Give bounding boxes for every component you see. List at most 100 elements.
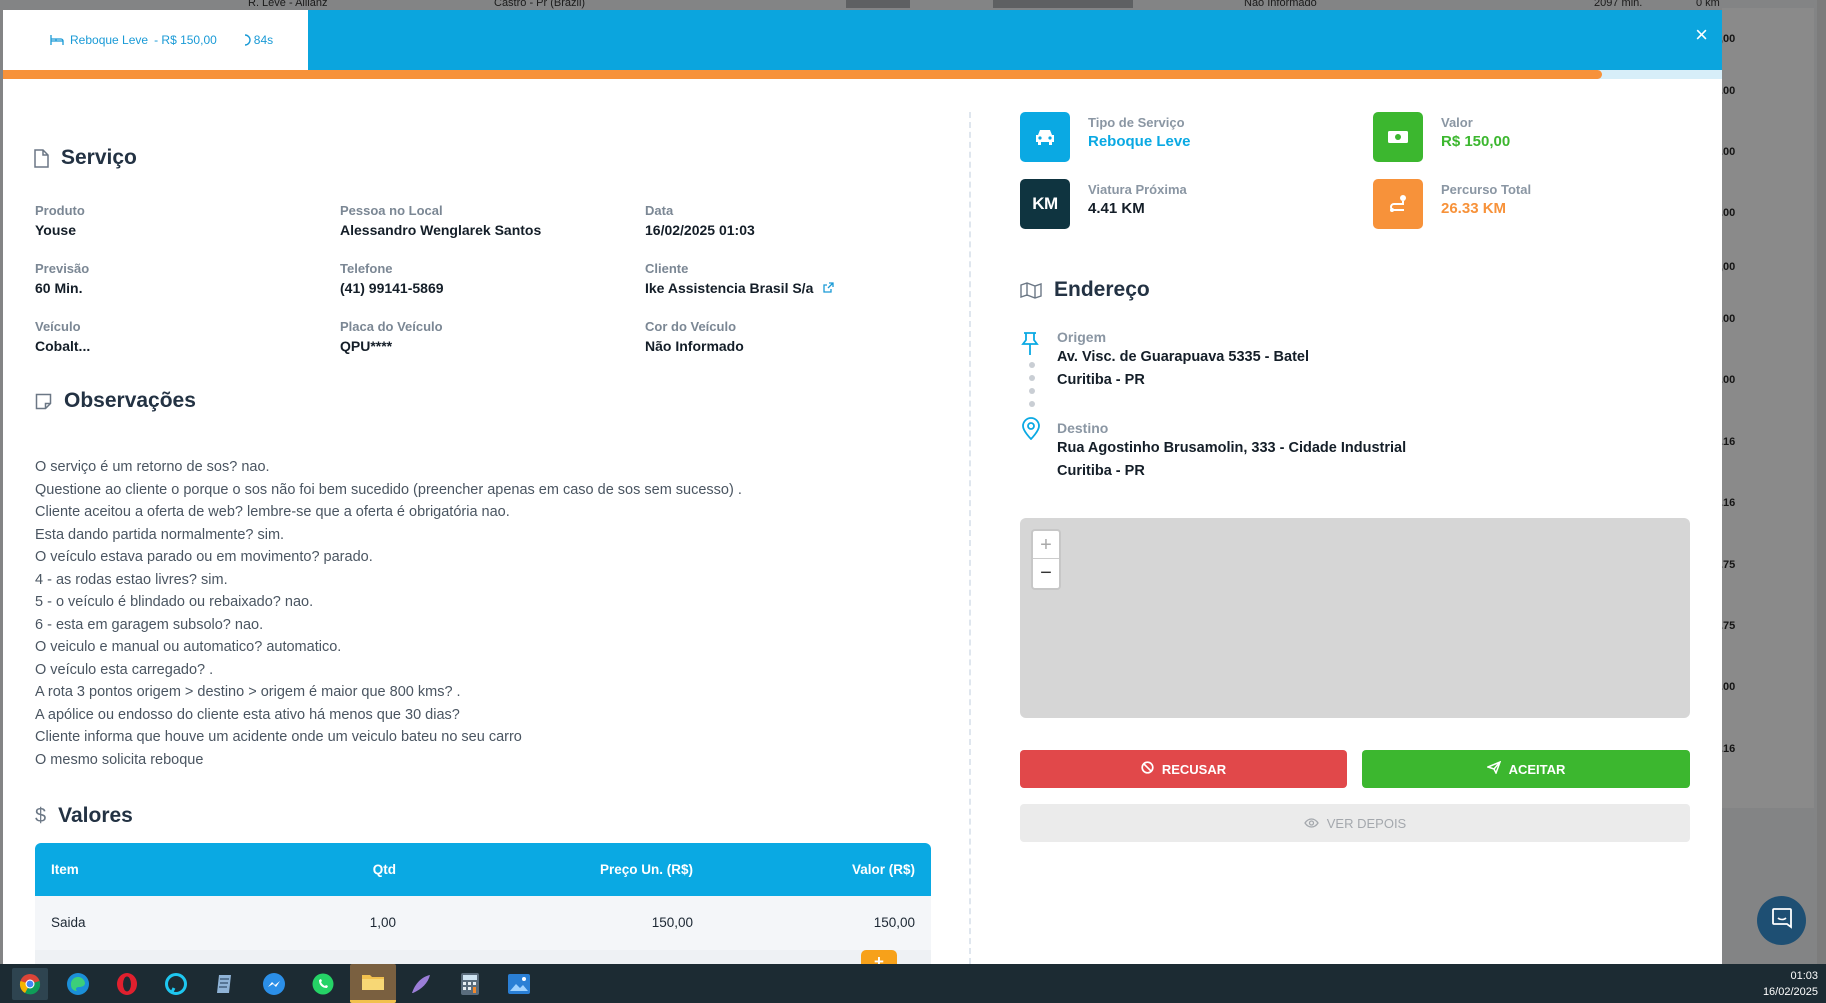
observacao-line: A apólice ou endosso do cliente esta ati… — [35, 706, 460, 723]
observacao-line: O mesmo solicita reboque — [35, 751, 204, 768]
stat-value: 26.33 KM — [1441, 200, 1507, 217]
edge-icon[interactable] — [62, 968, 94, 1000]
photos-icon[interactable] — [503, 968, 535, 1000]
field-previsao: Previsão 60 Min. — [35, 261, 325, 299]
messenger-icon[interactable] — [258, 968, 290, 1000]
field-value: Alessandro Wenglarek Santos — [340, 222, 542, 238]
origem-label: Origem — [1057, 329, 1107, 345]
zoom-in-button[interactable]: + — [1033, 531, 1059, 559]
tab-timer: 84s — [243, 33, 273, 47]
clock-date: 16/02/2025 — [1762, 986, 1818, 998]
chat-icon — [1771, 907, 1793, 934]
notepad-icon[interactable] — [209, 968, 241, 1000]
countdown-progress-fill — [3, 70, 1602, 79]
service-tab[interactable]: Reboque Leve - R$ 150,00 84s — [3, 10, 308, 70]
opera-icon[interactable] — [111, 968, 143, 1000]
route-dot — [1029, 375, 1035, 381]
location-marker-icon — [1021, 416, 1041, 445]
map-icon — [1020, 281, 1042, 299]
system-clock[interactable]: 01:03 16/02/2025 — [1763, 968, 1818, 1000]
recusar-button[interactable]: RECUSAR — [1020, 750, 1347, 788]
route-map[interactable]: + − — [1020, 518, 1690, 718]
field-value: Ike Assistencia Brasil S/a — [645, 277, 935, 299]
field-label: Cliente — [645, 261, 689, 276]
map-zoom-control: + − — [1031, 529, 1061, 590]
timer-icon — [243, 34, 251, 46]
pin-icon — [1020, 332, 1040, 361]
feather-app-icon[interactable] — [405, 968, 437, 1000]
file-explorer-icon[interactable] — [350, 964, 396, 1003]
route-dot — [1029, 362, 1035, 368]
observacoes-title: Observações — [35, 389, 196, 413]
observacoes-title-text: Observações — [64, 389, 196, 412]
document-icon — [33, 148, 49, 168]
observacao-line: O veículo estava parado ou em movimento?… — [35, 549, 373, 565]
chrome-icon[interactable] — [12, 968, 48, 1000]
field-pessoa-local: Pessoa no Local Alessandro Wenglarek San… — [340, 203, 630, 241]
route-dot — [1029, 401, 1035, 407]
calculator-icon[interactable] — [454, 968, 486, 1000]
stat-label: Percurso Total — [1441, 182, 1532, 197]
field-value: Youse — [35, 222, 76, 238]
close-icon[interactable]: × — [1695, 24, 1708, 46]
destino-label: Destino — [1057, 420, 1109, 436]
ver-depois-label: VER DEPOIS — [1326, 815, 1407, 831]
countdown-progress — [3, 70, 1722, 79]
tab-price: - R$ 150,00 — [154, 33, 217, 47]
money-icon — [1373, 112, 1423, 162]
origem-line1: Av. Visc. de Guarapuava 5335 - Batel — [1057, 349, 1309, 365]
clock-time: 01:03 — [1790, 970, 1818, 982]
observacao-line: Questione ao cliente o porque o sos não … — [35, 481, 742, 498]
cell-qtd: 1,00 — [369, 915, 396, 930]
ban-icon — [1141, 761, 1154, 777]
field-value: 60 Min. — [35, 280, 83, 296]
origem-line2: Curitiba - PR — [1057, 372, 1145, 388]
stat-value: Reboque Leve — [1088, 133, 1191, 150]
destino-line1: Rua Agostinho Brusamolin, 333 - Cidade I… — [1057, 440, 1407, 456]
stat-valor: Valor R$ 150,00 — [1373, 112, 1510, 162]
modal-header: Reboque Leve - R$ 150,00 84s × — [3, 10, 1722, 70]
valores-table-header: Item Qtd Preço Un. (R$) Valor (R$) — [35, 843, 931, 896]
tab-label: Reboque Leve — [70, 33, 149, 47]
field-label: Placa do Veículo — [340, 319, 443, 334]
observacoes-text: O serviço é um retorno de sos? nao. Quest… — [35, 456, 935, 771]
field-value: 16/02/2025 01:03 — [645, 222, 755, 238]
observacao-line: 4 - as rodas estao livres? sim. — [35, 571, 228, 588]
field-produto: Produto Youse — [35, 203, 325, 241]
stat-value: R$ 150,00 — [1441, 133, 1511, 150]
field-value: QPU**** — [340, 338, 393, 354]
valores-title: $ Valores — [35, 804, 133, 828]
cell-item: Saida — [51, 915, 86, 930]
column-header-valor: Valor (R$) — [851, 862, 915, 877]
add-item-button[interactable]: + — [861, 950, 897, 964]
observacao-line: O serviço é um retorno de sos? nao. — [35, 459, 270, 475]
alexa-icon[interactable] — [160, 968, 192, 1000]
destino-block: Destino Rua Agostinho Brusamolin, 333 - … — [1057, 419, 1406, 483]
stat-value: 4.41 KM — [1088, 200, 1145, 217]
chat-launcher-button[interactable] — [1757, 896, 1806, 945]
route-dot — [1029, 388, 1035, 394]
whatsapp-icon[interactable] — [307, 968, 339, 1000]
field-veiculo: Veículo Cobalt... — [35, 319, 325, 357]
field-value: (41) 99141-5869 — [340, 280, 444, 296]
stat-tipo-servico: Tipo de Serviço Reboque Leve — [1020, 112, 1191, 162]
field-label: Previsão — [35, 261, 90, 276]
valores-title-text: Valores — [58, 804, 133, 827]
table-row: Saida 1,00 150,00 150,00 — [35, 896, 931, 950]
destino-line2: Curitiba - PR — [1057, 463, 1145, 479]
zoom-out-button[interactable]: − — [1033, 559, 1059, 587]
observacao-line: Cliente informa que houve um acidente on… — [35, 729, 522, 745]
field-cor: Cor do Veículo Não Informado — [645, 319, 935, 357]
observacao-line: O veículo esta carregado? . — [35, 661, 214, 678]
stat-percurso-total: Percurso Total 26.33 KM — [1373, 179, 1531, 229]
field-label: Veículo — [35, 319, 81, 334]
column-header-item: Item — [51, 862, 79, 877]
servico-title: Serviço — [33, 146, 137, 170]
field-telefone: Telefone (41) 99141-5869 — [340, 261, 630, 299]
windows-taskbar: 01:03 16/02/2025 — [0, 964, 1826, 1003]
field-value: Não Informado — [645, 338, 744, 354]
ver-depois-button[interactable]: VER DEPOIS — [1020, 804, 1690, 842]
stat-label: Valor — [1441, 115, 1473, 130]
aceitar-button[interactable]: ACEITAR — [1362, 750, 1690, 788]
external-link-icon[interactable] — [823, 277, 835, 299]
